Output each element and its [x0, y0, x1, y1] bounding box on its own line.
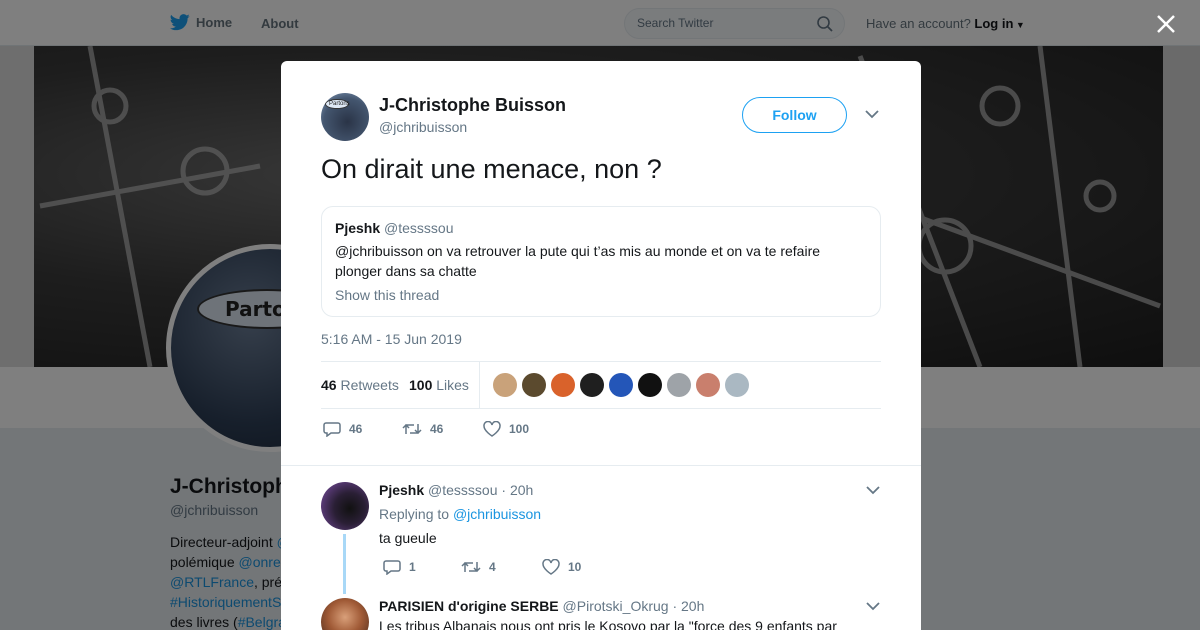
close-icon[interactable] — [1154, 12, 1178, 36]
author-name[interactable]: J-Christophe Buisson — [379, 95, 566, 116]
reply-author-name[interactable]: Pjeshk — [379, 482, 424, 498]
retweet-icon — [402, 423, 422, 435]
like-count: 10 — [568, 560, 582, 574]
reply-button[interactable]: 1 — [383, 559, 416, 575]
stats-divider — [479, 362, 480, 408]
chevron-down-icon[interactable] — [866, 601, 880, 611]
likes-count: 100 — [409, 377, 433, 393]
liker-avatar[interactable] — [493, 373, 517, 397]
like-button[interactable]: 10 — [542, 559, 581, 575]
avatar-speech-bubble: Partons — [325, 99, 350, 109]
reply-count: 1 — [409, 560, 416, 574]
reply-actions: 1 4 10 — [383, 559, 633, 579]
retweet-icon — [461, 561, 481, 573]
replying-to-link[interactable]: @jchribuisson — [453, 506, 541, 522]
reply-header: PARISIEN d'origine SERBE @Pirotski_Okrug… — [379, 598, 704, 614]
tweet-timestamp[interactable]: 5:16 AM - 15 Jun 2019 — [321, 331, 462, 347]
like-button[interactable]: 100 — [483, 421, 529, 437]
reply-time[interactable]: · 20h — [501, 482, 533, 498]
reply-author-name[interactable]: PARISIEN d'origine SERBE — [379, 598, 559, 614]
quoted-author-handle: @tessssou — [384, 220, 454, 236]
replies-separator — [281, 465, 921, 466]
reply-icon — [383, 560, 401, 575]
tweet-stats: 46 Retweets 100 Likes — [321, 361, 881, 409]
thread-connector-line — [343, 534, 346, 594]
follow-button[interactable]: Follow — [742, 97, 847, 133]
author-handle[interactable]: @jchribuisson — [379, 119, 467, 135]
likes-stat[interactable]: 100 Likes — [409, 377, 469, 393]
like-count: 100 — [509, 422, 530, 436]
reply-text: Les tribus Albanais nous ont pris le Kos… — [379, 618, 837, 630]
tweet-permalink-modal: Partons J-Christophe Buisson @jchribuiss… — [281, 61, 921, 630]
liker-avatars — [493, 373, 754, 397]
reply-header: Pjeshk @tessssou · 20h — [379, 482, 533, 498]
quoted-tweet-text: @jchribuisson on va retrouver la pute qu… — [335, 243, 821, 279]
reply-avatar[interactable] — [321, 598, 369, 630]
reply-count: 46 — [349, 422, 363, 436]
retweet-count: 4 — [489, 560, 496, 574]
replying-to: Replying to @jchribuisson — [379, 506, 542, 522]
retweets-label: Retweets — [340, 377, 399, 393]
quoted-tweet[interactable]: Pjeshk @tessssou @jchribuisson on va ret… — [321, 206, 881, 317]
tweet-actions: 46 46 100 — [321, 421, 621, 441]
reply-button[interactable]: 46 — [323, 421, 362, 437]
heart-icon — [483, 421, 501, 437]
liker-avatar[interactable] — [667, 373, 691, 397]
retweets-count: 46 — [321, 377, 337, 393]
chevron-down-icon[interactable] — [866, 485, 880, 495]
quoted-author-name: Pjeshk — [335, 220, 381, 236]
heart-icon — [542, 559, 560, 575]
reply-time[interactable]: · 20h — [672, 598, 704, 614]
reply-author-handle[interactable]: @tessssou — [428, 482, 497, 498]
reply-author-handle[interactable]: @Pirotski_Okrug — [563, 598, 669, 614]
tweet-text: On dirait une menace, non ? — [321, 154, 662, 184]
reply-icon — [323, 422, 341, 437]
liker-avatar[interactable] — [696, 373, 720, 397]
liker-avatar[interactable] — [638, 373, 662, 397]
show-thread-link[interactable]: Show this thread — [335, 287, 867, 303]
reply-tweet[interactable]: Pjeshk @tessssou · 20h Replying to @jchr… — [321, 482, 881, 582]
liker-avatar[interactable] — [551, 373, 575, 397]
retweet-count: 46 — [430, 422, 444, 436]
retweet-button[interactable]: 4 — [461, 559, 496, 575]
chevron-down-icon[interactable] — [865, 109, 879, 119]
reply-tweet[interactable]: PARISIEN d'origine SERBE @Pirotski_Okrug… — [321, 598, 881, 630]
author-avatar[interactable]: Partons — [321, 93, 369, 141]
retweets-stat[interactable]: 46 Retweets — [321, 377, 399, 393]
reply-text: ta gueule — [379, 530, 437, 546]
retweet-button[interactable]: 46 — [402, 421, 443, 437]
liker-avatar[interactable] — [725, 373, 749, 397]
likes-label: Likes — [436, 377, 469, 393]
liker-avatar[interactable] — [609, 373, 633, 397]
liker-avatar[interactable] — [522, 373, 546, 397]
quoted-tweet-header: Pjeshk @tessssou — [335, 220, 867, 236]
liker-avatar[interactable] — [580, 373, 604, 397]
reply-avatar[interactable] — [321, 482, 369, 530]
